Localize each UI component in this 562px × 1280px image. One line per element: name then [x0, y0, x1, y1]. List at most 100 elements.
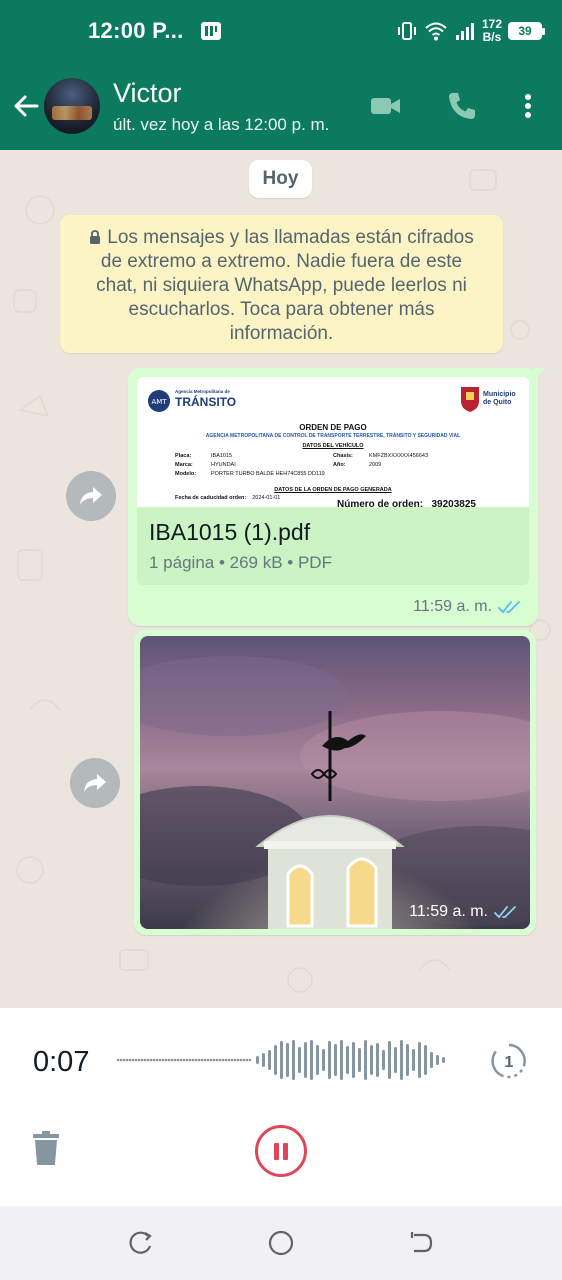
waveform-bar: [364, 1040, 367, 1080]
waveform-dot: [140, 1058, 144, 1062]
forward-button[interactable]: [70, 758, 120, 808]
waveform-bar: [376, 1043, 379, 1077]
playback-speed-icon[interactable]: 1: [490, 1042, 528, 1080]
order-number: 39203825: [431, 499, 476, 507]
waveform-dot: [200, 1058, 204, 1062]
image-message[interactable]: 11:59 a. m.: [134, 630, 536, 935]
waveform-dot: [164, 1058, 168, 1062]
pause-icon-bar: [283, 1142, 288, 1160]
vibrate-icon: [397, 22, 416, 40]
pause-button[interactable]: [255, 1125, 307, 1177]
waveform-dot: [242, 1058, 246, 1062]
modelo-label: Modelo:: [175, 471, 197, 477]
order-label: Número de orden:: [337, 499, 424, 507]
waveform-bar: [274, 1045, 277, 1075]
waveform-dot: [239, 1058, 243, 1062]
waveform-bar: [418, 1042, 421, 1078]
document-filename: IBA1015 (1).pdf: [149, 519, 311, 545]
waveform-dot: [221, 1058, 225, 1062]
waveform-dot: [152, 1058, 156, 1062]
voice-recorder-panel: 0:07 1: [0, 1008, 562, 1206]
app-notification-icon: [201, 22, 221, 40]
pdf-row: Modelo: PORTER TURBO BALDE HEH74C855 DD11…: [175, 471, 325, 477]
pdf-section-vehicle: DATOS DEL VEHÍCULO: [302, 443, 364, 449]
timestamp-text: 11:59 a. m.: [413, 598, 492, 615]
pdf-row: Chasis: KMFZBXXXXXX456643: [333, 453, 428, 459]
more-vert-icon[interactable]: [510, 88, 546, 124]
svg-text:1: 1: [505, 1054, 514, 1071]
waveform-dot: [191, 1058, 195, 1062]
waveform-dot: [218, 1058, 222, 1062]
encryption-notice[interactable]: Los mensajes y las llamadas están cifrad…: [60, 215, 503, 353]
waveform-bar: [322, 1049, 325, 1071]
encryption-notice-text: Los mensajes y las llamadas están cifrad…: [96, 227, 474, 344]
waveform-dot: [179, 1058, 183, 1062]
marca-label: Marca:: [175, 462, 193, 468]
last-seen[interactable]: últ. vez hoy a las 12:00 p. m.: [113, 115, 329, 135]
waveform-dot: [194, 1058, 198, 1062]
timestamp-text: 11:59 a. m.: [409, 903, 488, 920]
pdf-row: Placa: IBA1015: [175, 453, 232, 459]
waveform-bar: [346, 1046, 349, 1074]
read-receipt-icon: [498, 601, 520, 614]
waveform-dot: [206, 1058, 210, 1062]
pdf-order-number: Número de orden: 39203825: [337, 499, 476, 507]
forward-button[interactable]: [66, 471, 116, 521]
pdf-preview[interactable]: AMT Agencia Metropolitana de TRÁNSITO Mu…: [137, 377, 529, 507]
waveform-bar: [370, 1045, 373, 1075]
battery-icon: 39: [508, 22, 545, 40]
waveform-dot: [116, 1058, 120, 1062]
waveform-dot: [203, 1058, 207, 1062]
waveform-dot: [248, 1058, 252, 1062]
message-timestamp: 11:59 a. m.: [409, 903, 518, 921]
recording-elapsed: 0:07: [33, 1046, 90, 1078]
document-message[interactable]: AMT Agencia Metropolitana de TRÁNSITO Mu…: [128, 368, 546, 626]
back-arrow-icon[interactable]: [10, 90, 42, 122]
pdf-row: Fecha de caducidad orden: 2024-01-01: [175, 495, 280, 501]
waveform-dot: [170, 1058, 174, 1062]
pdf-row: Marca: HYUNDAI: [175, 462, 236, 468]
pdf-subtitle: AGENCIA METROPOLITANA DE CONTROL DE TRAN…: [205, 433, 461, 439]
document-info[interactable]: IBA1015 (1).pdf 1 página • 269 kB • PDF: [137, 507, 529, 585]
waveform-dot: [236, 1058, 240, 1062]
recents-icon[interactable]: [126, 1228, 156, 1258]
waveform-dot: [137, 1058, 141, 1062]
waveform-dot: [230, 1058, 234, 1062]
recording-waveform: [116, 1040, 445, 1080]
waveform-bar: [316, 1045, 319, 1075]
marca-value: HYUNDAI: [211, 462, 236, 468]
home-icon[interactable]: [266, 1228, 296, 1258]
contact-name[interactable]: Victor: [113, 78, 182, 109]
waveform-bar: [256, 1056, 259, 1064]
waveform-dot: [167, 1058, 171, 1062]
trash-icon[interactable]: [30, 1130, 62, 1166]
waveform-bar: [424, 1045, 427, 1075]
back-icon[interactable]: [406, 1228, 436, 1258]
waveform-dot: [227, 1058, 231, 1062]
voice-call-icon[interactable]: [444, 88, 480, 124]
forward-icon: [80, 487, 102, 505]
date-chip: Hoy: [249, 160, 312, 198]
waveform-bar: [262, 1053, 265, 1067]
chat-area[interactable]: Hoy Los mensajes y las llamadas están ci…: [0, 150, 562, 1008]
agency-small: Agencia Metropolitana de: [175, 389, 230, 394]
bubble-tail: [534, 368, 546, 380]
placa-label: Placa:: [175, 453, 192, 459]
waveform-dot: [155, 1058, 159, 1062]
waveform-dot: [131, 1058, 135, 1062]
video-call-icon[interactable]: [368, 88, 404, 124]
waveform-bar: [406, 1044, 409, 1076]
net-speed-unit: B/s: [482, 30, 502, 44]
avatar[interactable]: [44, 78, 100, 134]
waveform-bar: [388, 1041, 391, 1079]
waveform-dot: [176, 1058, 180, 1062]
photo-weathervane[interactable]: 11:59 a. m.: [140, 636, 530, 929]
waveform-bar: [280, 1041, 283, 1079]
status-time: 12:00 P...: [88, 18, 184, 43]
forward-icon: [84, 774, 106, 792]
anio-label: Año:: [333, 462, 346, 468]
wifi-icon: [425, 22, 447, 41]
waveform-bar: [292, 1040, 295, 1080]
waveform-dot: [161, 1058, 165, 1062]
waveform-bar: [400, 1040, 403, 1080]
